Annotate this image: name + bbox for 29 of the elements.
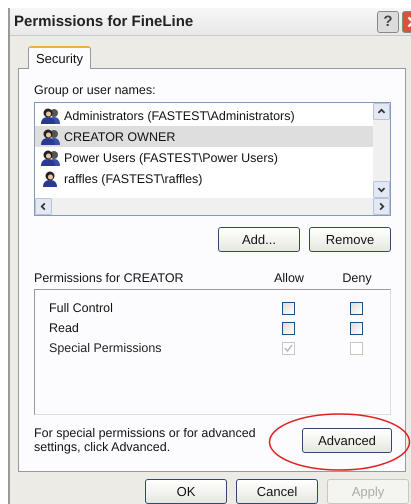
- permission-name: Full Control: [49, 301, 114, 315]
- list-item[interactable]: CREATOR OWNER: [35, 126, 373, 147]
- permission-name: Read: [49, 321, 80, 335]
- window-title: Permissions for FineLine: [14, 13, 194, 30]
- user-group-icon: [41, 128, 61, 145]
- help-button[interactable]: ?: [377, 10, 399, 32]
- list-item[interactable]: Power Users (FASTEST\Power Users): [35, 147, 373, 168]
- list-item[interactable]: raffles (FASTEST\raffles): [35, 168, 373, 189]
- list-item[interactable]: Administrators (FASTEST\Administrators): [35, 105, 373, 126]
- checkbox[interactable]: [282, 302, 294, 314]
- list-label: Group or user names:: [34, 83, 157, 97]
- dialog-button[interactable]: Cancel: [236, 479, 318, 504]
- checkbox[interactable]: [350, 322, 362, 334]
- list-action-button[interactable]: Remove: [309, 227, 391, 252]
- user-group-icon: [41, 107, 61, 124]
- dialog-button[interactable]: OK: [145, 479, 227, 504]
- checkbox[interactable]: [350, 302, 362, 314]
- checkbox[interactable]: [282, 322, 294, 334]
- column-header: Deny: [341, 271, 373, 285]
- permission-name: Special Permissions: [49, 341, 163, 355]
- horizontal-scrollbar[interactable]: [35, 198, 390, 215]
- security-tab[interactable]: Security: [28, 46, 91, 69]
- column-header: Allow: [273, 271, 305, 285]
- advanced-hint: For special permissions or for advanced settings, click Advanced.: [34, 426, 257, 454]
- advanced-button[interactable]: Advanced: [302, 428, 392, 452]
- list-action-button[interactable]: Add...: [218, 227, 300, 252]
- permissions-label: Permissions for CREATOR: [34, 271, 185, 285]
- vertical-scrollbar[interactable]: [373, 103, 390, 198]
- user-group-icon: [41, 149, 61, 166]
